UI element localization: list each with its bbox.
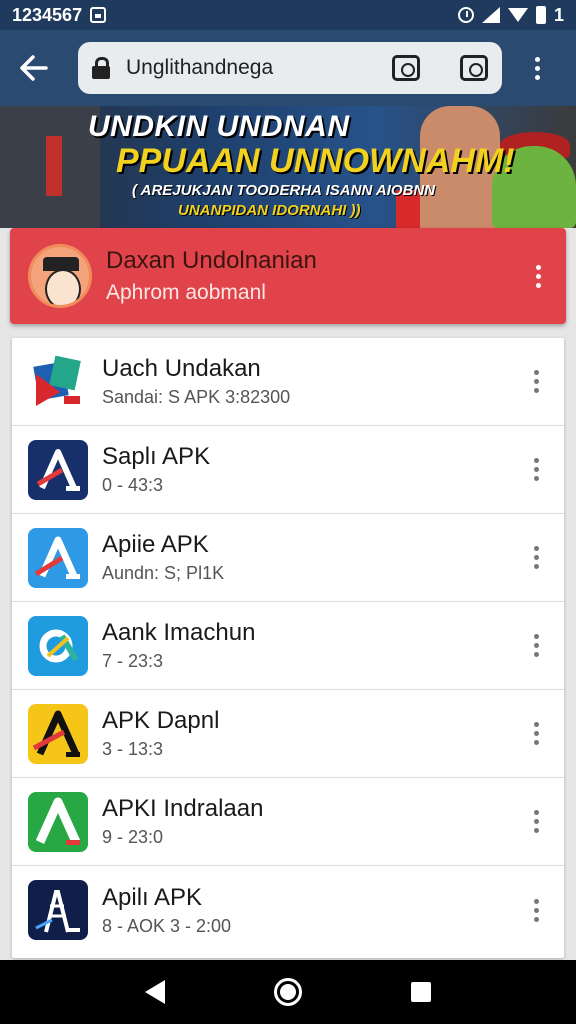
profile-name: Daxan Undolnanian — [106, 247, 317, 274]
url-bar[interactable]: Unglithandnega — [78, 42, 502, 94]
nav-home-icon[interactable] — [273, 978, 302, 1006]
app-meta: Sandai: S APK 3:82300 — [102, 387, 291, 407]
app-icon-blue-red — [28, 351, 88, 412]
app-meta: 9 - 23:0 — [102, 827, 164, 847]
url-text: Unglithandnega — [126, 56, 274, 79]
profile-card[interactable]: Daxan Undolnanian Aphrom aobmanl — [10, 228, 566, 324]
app-name: APK Dapnl — [102, 707, 220, 734]
app-icon-navy-tower — [28, 880, 88, 940]
browser-toolbar: Unglithandnega — [0, 30, 576, 106]
app-name: APKI Indralaan — [102, 795, 264, 822]
camera-icon[interactable] — [460, 55, 488, 81]
back-button[interactable] — [12, 46, 56, 90]
list-item[interactable]: Apiie APK Aundn: S; Pl1K — [12, 514, 564, 602]
profile-text: Daxan Undolnanian Aphrom aobmanl — [106, 247, 528, 305]
more-vert-icon[interactable] — [526, 898, 546, 922]
more-vert-icon[interactable] — [522, 46, 552, 90]
list-item[interactable]: Saplı APK 0 - 43:3 — [12, 426, 564, 514]
notification-icon — [90, 7, 107, 23]
app-text: Apiie APK Aundn: S; Pl1K — [102, 531, 526, 584]
more-vert-icon[interactable] — [526, 810, 546, 833]
more-vert-icon[interactable] — [526, 634, 546, 657]
signal-icon — [481, 7, 500, 23]
battery-icon — [535, 6, 546, 24]
list-item[interactable]: APKI Indralaan 9 - 23:0 — [12, 778, 564, 866]
app-text: Uach Undakan Sandai: S APK 3:82300 — [102, 355, 526, 408]
list-item[interactable]: APK Dapnl 3 - 13:3 — [12, 690, 564, 778]
app-name: Apiie APK — [102, 531, 209, 558]
app-name: Saplı APK — [102, 443, 211, 470]
app-icon-lightblue-a — [28, 527, 88, 588]
system-nav-bar — [0, 960, 576, 1024]
app-text: Saplı APK 0 - 43:3 — [102, 443, 526, 496]
app-icon-cyan-c — [28, 615, 88, 676]
more-vert-icon[interactable] — [526, 370, 546, 393]
status-bar: 1234567 1 — [0, 0, 576, 30]
nav-recent-icon[interactable] — [411, 982, 432, 1002]
flag-image — [46, 136, 62, 196]
app-meta: 8 - AOK 3 - 2:00 — [102, 915, 232, 936]
app-meta: Aundn: S; Pl1K — [102, 563, 225, 583]
app-text: APKI Indralaan 9 - 23:0 — [102, 795, 526, 848]
camera-icon[interactable] — [392, 55, 420, 81]
more-vert-icon[interactable] — [526, 722, 546, 745]
battery-text: 1 — [553, 4, 564, 25]
app-text: Apilı APK 8 - AOK 3 - 2:00 — [102, 884, 526, 937]
app-meta: 7 - 23:3 — [102, 651, 164, 671]
wifi-icon — [507, 8, 528, 22]
profile-subtitle: Aphrom aobmanl — [106, 281, 266, 304]
app-icon-green-a — [28, 791, 88, 852]
status-time: 1234567 — [12, 4, 83, 25]
app-list: Uach Undakan Sandai: S APK 3:82300 Saplı… — [12, 338, 564, 958]
alarm-icon — [457, 7, 474, 23]
lock-icon — [92, 57, 110, 79]
nav-back-icon[interactable] — [144, 980, 165, 1004]
status-right: 1 — [457, 4, 564, 26]
list-item[interactable]: Apilı APK 8 - AOK 3 - 2:00 — [12, 866, 564, 954]
arrow-left-icon — [20, 55, 48, 81]
app-text: Aank Imachun 7 - 23:3 — [102, 619, 526, 672]
banner-subtitle-line1: ( AREJUKJAN TOODERHA ISANN AIOBNN — [132, 182, 436, 199]
more-vert-icon[interactable] — [526, 546, 546, 569]
list-item[interactable]: Uach Undakan Sandai: S APK 3:82300 — [12, 338, 564, 426]
avatar — [28, 244, 92, 308]
app-name: Apilı APK — [102, 883, 203, 911]
app-icon-yellow-a — [28, 703, 88, 764]
app-name: Aank Imachun — [102, 619, 256, 646]
promo-banner[interactable]: UNDKIN UNDNAN PPUAAN UNNOWNAHM! ( AREJUK… — [0, 106, 576, 228]
banner-title-line2: PPUAAN UNNOWNAHM! — [116, 142, 515, 180]
app-text: APK Dapnl 3 - 13:3 — [102, 707, 526, 760]
app-name: Uach Undakan — [102, 355, 261, 382]
app-meta: 0 - 43:3 — [102, 475, 164, 495]
status-left: 1234567 — [12, 4, 107, 26]
banner-title-line1: UNDKIN UNDNAN — [88, 110, 350, 143]
banner-subtitle-line2: UNANPIDAN IDORNAHI )) — [178, 202, 361, 219]
app-icon-navy-a — [28, 439, 88, 500]
list-item[interactable]: Aank Imachun 7 - 23:3 — [12, 602, 564, 690]
more-vert-icon[interactable] — [526, 458, 546, 481]
more-vert-icon[interactable] — [528, 264, 548, 288]
app-meta: 3 - 13:3 — [102, 739, 164, 759]
